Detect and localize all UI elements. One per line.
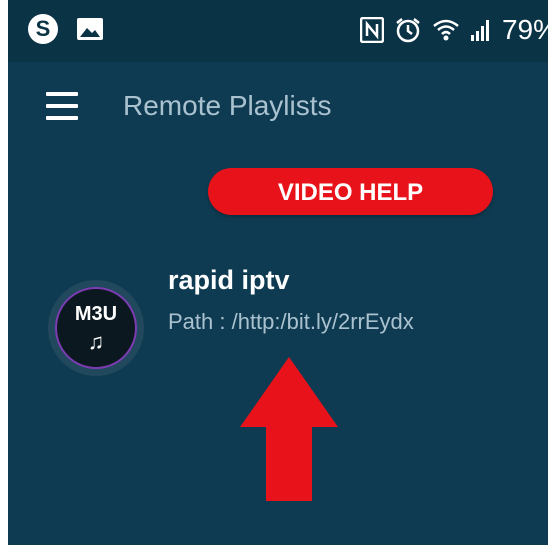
wifi-icon xyxy=(433,19,459,41)
nfc-icon xyxy=(359,17,384,43)
signal-icon xyxy=(470,20,489,41)
m3u-badge-label: M3U xyxy=(74,303,118,325)
playlist-name: rapid iptv xyxy=(168,265,290,295)
alarm-icon xyxy=(396,18,420,43)
skype-icon: S xyxy=(28,14,58,44)
hamburger-menu-icon[interactable] xyxy=(46,92,78,120)
image-icon xyxy=(77,18,103,40)
status-icons: 79% xyxy=(359,10,548,50)
battery-percentage: 79% xyxy=(501,14,548,45)
red-up-arrow-icon xyxy=(240,357,338,501)
video-help-button[interactable]: VIDEO HELP xyxy=(208,168,493,215)
app-bar: Remote Playlists xyxy=(8,62,548,152)
page-title: Remote Playlists xyxy=(123,90,332,121)
app-screen: S 79 Remote Playlists VIDEO HELP M3U ♫ r… xyxy=(8,0,548,545)
music-note-icon: ♫ xyxy=(87,329,105,354)
m3u-icon: M3U ♫ xyxy=(48,280,144,376)
playlist-path: Path : /http:/bit.ly/2rrEydx xyxy=(168,309,414,334)
status-bar: S 79 xyxy=(8,0,548,62)
